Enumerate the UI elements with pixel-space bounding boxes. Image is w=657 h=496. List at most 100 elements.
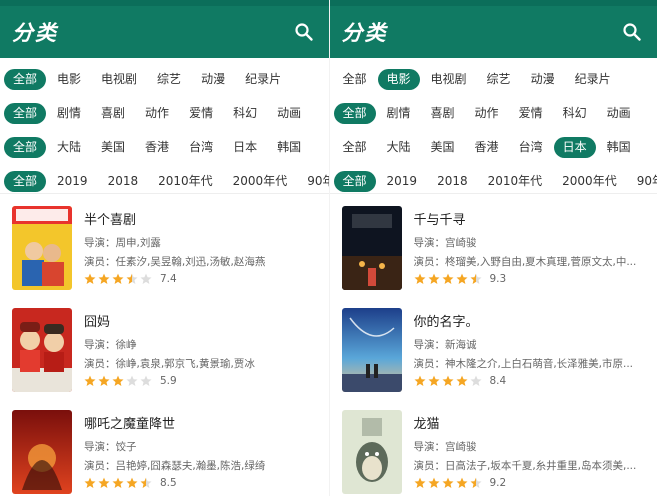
filter-chip[interactable]: 台湾 xyxy=(180,137,222,158)
movie-score: 7.4 xyxy=(160,273,177,285)
filter-chip[interactable]: 电视剧 xyxy=(92,69,146,90)
movie-info: 千与千寻 导演：宫崎骏 演员：柊瑠美,入野自由,夏木真理,菅原文太,中... 9.3 xyxy=(414,206,646,298)
movie-info: 你的名字。导演：新海诚演员：神木隆之介,上白石萌音,长泽雅美,市原... 8.4 xyxy=(414,308,646,400)
search-icon[interactable] xyxy=(621,21,643,43)
movie-poster[interactable] xyxy=(12,308,72,392)
filter-chip[interactable]: 综艺 xyxy=(148,69,190,90)
filter-chip[interactable]: 喜剧 xyxy=(92,103,134,124)
movie-rating: 9.2 xyxy=(414,477,646,489)
filter-chip[interactable]: 全部 xyxy=(4,102,47,124)
filter-row: 全部201920182010年代2000年代90年 xyxy=(330,164,657,198)
star-rating-icon xyxy=(414,477,484,489)
movie-cast: 演员：吕艳婷,囧森瑟夫,瀚墨,陈浩,绿绮 xyxy=(84,460,266,472)
filter-chip[interactable]: 2019 xyxy=(48,171,97,192)
movie-score: 9.3 xyxy=(489,273,507,285)
movie-director: 导演：周申,刘露 xyxy=(84,237,161,249)
filter-chip[interactable]: 韩国 xyxy=(268,137,310,158)
movie-title[interactable]: 你的名字。 xyxy=(414,311,646,330)
filter-chip[interactable]: 2018 xyxy=(99,171,148,192)
filter-chip[interactable]: 台湾 xyxy=(510,137,552,158)
filter-chip[interactable]: 美国 xyxy=(422,137,464,158)
filter-chip[interactable]: 全部 xyxy=(334,69,376,90)
filter-row: 全部 电影 电视剧 综艺 动漫 纪录片 xyxy=(0,62,329,96)
filter-chip[interactable]: 90年 xyxy=(298,171,328,192)
filter-chip[interactable]: 香港 xyxy=(466,137,508,158)
movie-title[interactable]: 哪吒之魔童降世 xyxy=(84,413,317,432)
filter-chip[interactable]: 全部 xyxy=(4,170,47,192)
filter-chip[interactable]: 剧情 xyxy=(378,103,420,124)
filter-chip[interactable]: 2018 xyxy=(428,171,477,192)
filter-chip[interactable]: 2000年代 xyxy=(224,171,297,192)
movie-list-item[interactable]: 半个喜剧导演：周申,刘露演员：任素汐,吴昱翰,刘迅,汤敏,赵海燕 7.4 xyxy=(0,202,329,302)
filter-row: 全部 大陆 美国 香港 台湾 日本 韩国 xyxy=(0,130,329,164)
movie-list-item[interactable]: 千与千寻 导演：宫崎骏 演员：柊瑠美,入野自由,夏木真理,菅原文太,中... 9.3 xyxy=(330,202,657,302)
movie-list-item[interactable]: 龙猫 导演：宫崎骏 演员：日高法子,坂本千夏,糸井重里,岛本须美,... 9.2 xyxy=(330,406,657,496)
filter-chip[interactable]: 日本 xyxy=(553,136,596,158)
filter-row: 全部 大陆 美国 香港 台湾 日本 韩国 xyxy=(330,130,657,164)
filter-chip[interactable]: 喜剧 xyxy=(422,103,464,124)
filter-chip[interactable]: 全部 xyxy=(4,136,47,158)
filter-chip[interactable]: 爱情 xyxy=(510,103,552,124)
filter-chip[interactable]: 动作 xyxy=(136,103,178,124)
movie-poster[interactable] xyxy=(341,206,402,290)
filter-chip[interactable]: 科幻 xyxy=(224,103,266,124)
movie-poster[interactable] xyxy=(341,410,402,494)
filter-chip[interactable]: 科幻 xyxy=(554,103,596,124)
movie-rating: 8.5 xyxy=(84,477,317,489)
movie-list-item[interactable]: 囧妈 导演：徐峥 演员：徐峥,袁泉,郭京飞,黄景瑜,贾冰 5.9 xyxy=(0,304,329,404)
filter-chip[interactable]: 2010年代 xyxy=(479,171,552,192)
movie-director: 导演：宫崎骏 xyxy=(413,237,477,249)
movie-cast: 演员：神木隆之介,上白石萌音,长泽雅美,市原... xyxy=(413,358,634,370)
filter-chip[interactable]: 电影 xyxy=(377,68,420,90)
filter-chip[interactable]: 动画 xyxy=(598,103,640,124)
movie-poster[interactable] xyxy=(341,308,402,392)
filter-chip[interactable]: 纪录片 xyxy=(236,69,290,90)
movie-title[interactable]: 龙猫 xyxy=(414,413,646,432)
movie-poster[interactable] xyxy=(12,410,72,494)
filter-row: 全部 剧情 喜剧 动作 爱情 科幻 动画 xyxy=(0,96,329,130)
filter-chip[interactable]: 香港 xyxy=(136,137,178,158)
filter-chip[interactable]: 全部 xyxy=(333,170,376,192)
movie-poster[interactable] xyxy=(12,206,72,290)
filter-chip[interactable]: 电视剧 xyxy=(422,69,476,90)
filter-chip[interactable]: 电影 xyxy=(48,69,90,90)
movie-title[interactable]: 囧妈 xyxy=(84,311,317,330)
filter-chip[interactable]: 2000年代 xyxy=(553,171,626,192)
filter-chip[interactable]: 美国 xyxy=(92,137,134,158)
search-icon[interactable] xyxy=(293,21,315,43)
filter-chip[interactable]: 2019 xyxy=(378,171,427,192)
movie-director: 导演：徐峥 xyxy=(84,339,137,351)
filter-chip[interactable]: 全部 xyxy=(333,102,376,124)
filter-chip[interactable]: 大陆 xyxy=(48,137,90,158)
movie-cast: 演员：任素汐,吴昱翰,刘迅,汤敏,赵海燕 xyxy=(84,256,266,268)
filter-chip[interactable]: 动漫 xyxy=(522,69,564,90)
filter-chip[interactable]: 2010年代 xyxy=(149,171,222,192)
star-rating-icon xyxy=(414,375,484,387)
filter-row: 全部201920182010年代2000年代90年 xyxy=(0,164,329,198)
filter-chip[interactable]: 全部 xyxy=(4,68,47,90)
filter-chip[interactable]: 大陆 xyxy=(378,137,420,158)
movie-list-item[interactable]: 你的名字。导演：新海诚演员：神木隆之介,上白石萌音,长泽雅美,市原... 8.4 xyxy=(330,304,657,404)
movie-rating: 8.4 xyxy=(414,375,646,387)
filter-chip[interactable]: 综艺 xyxy=(478,69,520,90)
filter-chip[interactable]: 纪录片 xyxy=(566,69,620,90)
movie-score: 8.5 xyxy=(160,477,177,489)
filter-chip[interactable]: 全部 xyxy=(334,137,376,158)
filter-chip[interactable]: 爱情 xyxy=(180,103,222,124)
movie-info: 囧妈 导演：徐峥 演员：徐峥,袁泉,郭京飞,黄景瑜,贾冰 5.9 xyxy=(84,308,317,400)
movie-director: 导演：饺子 xyxy=(84,441,137,453)
movie-title[interactable]: 半个喜剧 xyxy=(84,209,317,228)
movie-rating: 5.9 xyxy=(84,375,317,387)
filter-row: 全部 剧情 喜剧 动作 爱情 科幻 动画 xyxy=(330,96,657,130)
filter-chip[interactable]: 韩国 xyxy=(598,137,640,158)
filter-chip[interactable]: 90年 xyxy=(628,171,657,192)
movie-title[interactable]: 千与千寻 xyxy=(414,209,646,228)
movie-director: 导演：新海诚 xyxy=(413,339,477,351)
filter-chip[interactable]: 动画 xyxy=(268,103,310,124)
filter-chip[interactable]: 日本 xyxy=(224,137,266,158)
filter-chip[interactable]: 剧情 xyxy=(48,103,90,124)
filter-chip[interactable]: 动漫 xyxy=(192,69,234,90)
filter-chip[interactable]: 动作 xyxy=(466,103,508,124)
movie-list-item[interactable]: 哪吒之魔童降世导演：饺子演员：吕艳婷,囧森瑟夫,瀚墨,陈浩,绿绮 8.5 xyxy=(0,406,329,496)
star-rating-icon xyxy=(84,375,154,387)
